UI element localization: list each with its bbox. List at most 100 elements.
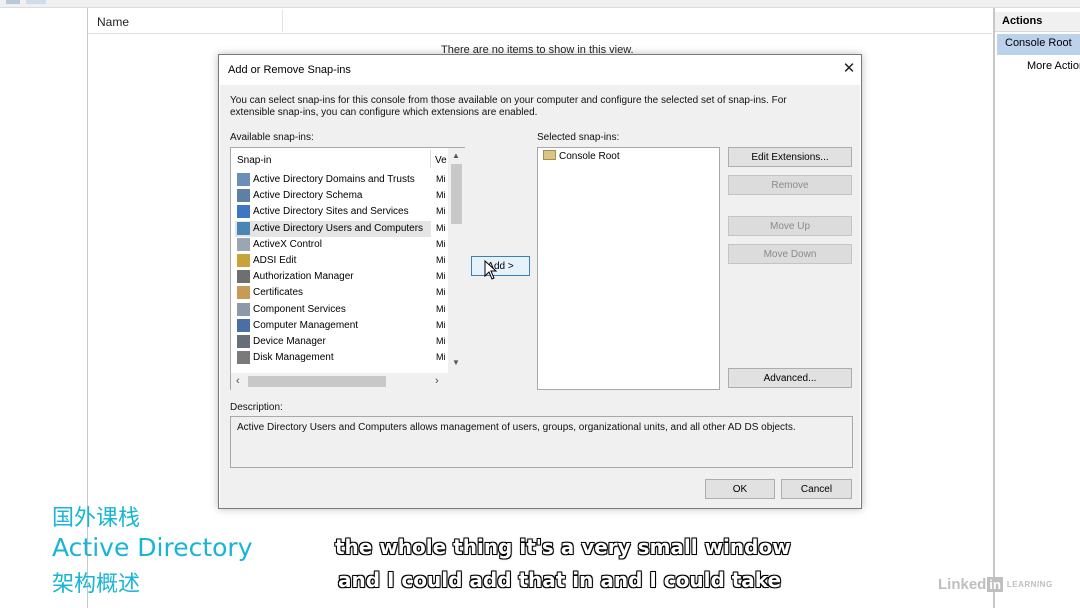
ad-schema-icon <box>237 189 250 203</box>
snapin-vendor: Mi <box>436 238 446 249</box>
ok-button[interactable]: OK <box>705 479 775 499</box>
list-item[interactable]: Component Services <box>235 302 431 318</box>
list-item[interactable]: Computer Management <box>235 318 431 334</box>
snapin-name: Active Directory Schema <box>253 190 363 202</box>
watermark-line-3: 架构概述 <box>52 572 141 597</box>
list-item[interactable]: ADSI Edit <box>235 253 431 269</box>
disk-management-icon <box>237 351 250 365</box>
description-box: Active Directory Users and Computers all… <box>230 416 853 468</box>
dialog-title: Add or Remove Snap-ins <box>228 64 351 76</box>
actions-header: Actions <box>995 12 1080 32</box>
watermark-line-1: 国外课栈 <box>52 506 141 531</box>
scroll-left-icon[interactable]: ‹ <box>236 375 240 387</box>
scroll-thumb[interactable] <box>248 376 386 387</box>
selected-snapins-list[interactable]: Console Root <box>537 147 720 390</box>
ad-sites-icon <box>237 205 250 219</box>
selected-item-label: Console Root <box>559 151 620 162</box>
list-item[interactable]: Active Directory Sites and Services <box>235 204 431 220</box>
snapin-vendor: Mi <box>436 222 446 233</box>
vendor-column-header[interactable]: Ve <box>435 155 447 166</box>
scroll-down-icon[interactable]: ▼ <box>452 358 460 367</box>
authorization-icon <box>237 270 250 284</box>
add-remove-snapins-dialog: Add or Remove Snap-ins ✕ You can select … <box>218 54 862 509</box>
column-divider[interactable] <box>282 10 283 32</box>
actions-pane: Actions Console Root More Actions <box>993 8 1080 608</box>
available-snapins-list[interactable]: Snap-in Ve Active Directory Domains and … <box>230 147 465 390</box>
snapin-column-header[interactable]: Snap-in <box>237 155 271 166</box>
snapin-vendor: Mi <box>436 174 446 184</box>
available-snapins-label: Available snap-ins: <box>230 132 314 143</box>
list-item[interactable]: Active Directory Domains and Trusts <box>235 172 431 188</box>
snapin-name: Computer Management <box>253 319 359 331</box>
selected-snapins-label: Selected snap-ins: <box>537 132 620 143</box>
snapin-vendor: Mi <box>436 206 446 217</box>
snapin-vendor: Mi <box>436 303 446 314</box>
subtitle-line-1: the whole thing it's a very small window <box>335 535 791 559</box>
snapin-name: Device Manager <box>253 336 326 347</box>
snapin-vendor: Mi <box>436 336 446 346</box>
move-down-button[interactable]: Move Down <box>728 244 852 264</box>
advanced-button[interactable]: Advanced... <box>728 368 852 388</box>
snapins-list-header: Snap-in Ve <box>231 148 449 170</box>
snapin-vendor: Mi <box>436 319 446 330</box>
horizontal-scrollbar[interactable]: ‹ › <box>231 373 465 390</box>
description-label: Description: <box>230 402 283 413</box>
snapin-vendor: Mi <box>436 190 446 201</box>
list-item[interactable]: Active Directory Users and Computers <box>235 220 431 237</box>
ad-domains-icon <box>237 173 250 186</box>
watermark-line-2: Active Directory <box>52 533 253 562</box>
certificates-icon <box>237 286 250 300</box>
add-button[interactable]: Add > <box>471 256 530 276</box>
scroll-right-icon[interactable]: › <box>435 375 439 387</box>
logo-in: in <box>987 577 1003 592</box>
snapin-name: ActiveX Control <box>253 238 322 250</box>
toolbar-back-icon[interactable] <box>6 0 20 4</box>
toolbar-forward-icon[interactable] <box>26 0 46 4</box>
column-divider[interactable] <box>430 150 431 168</box>
ad-users-icon <box>237 221 250 235</box>
snapin-name: ADSI Edit <box>253 255 297 266</box>
list-item[interactable]: Device Manager <box>235 334 431 350</box>
linkedin-learning-logo: Linked in LEARNING <box>938 576 1053 593</box>
snapin-vendor: Mi <box>436 352 446 363</box>
adsi-edit-icon <box>237 254 250 267</box>
list-item[interactable]: ActiveX Control <box>235 237 431 253</box>
actions-console-root[interactable]: Console Root <box>997 34 1080 55</box>
snapin-name: Component Services <box>253 303 346 315</box>
list-item[interactable]: Authorization Manager <box>235 269 431 285</box>
list-item[interactable]: Certificates <box>235 285 431 301</box>
computer-management-icon <box>237 318 250 332</box>
vertical-scrollbar[interactable]: ▲ ▼ <box>448 148 465 373</box>
snapin-name: Active Directory Users and Computers <box>253 222 424 234</box>
snapin-name: Active Directory Sites and Services <box>253 206 409 218</box>
list-item[interactable]: Console Root <box>543 150 620 162</box>
snapin-vendor: Mi <box>436 271 446 282</box>
edit-extensions-button[interactable]: Edit Extensions... <box>728 147 852 167</box>
snapin-name: Disk Management <box>253 352 334 364</box>
dialog-intro-text: You can select snap-ins for this console… <box>230 95 787 118</box>
snapin-name: Certificates <box>253 287 304 299</box>
close-icon[interactable]: ✕ <box>839 59 859 79</box>
snapin-vendor: Mi <box>436 255 446 265</box>
activex-icon <box>237 237 250 251</box>
cancel-button[interactable]: Cancel <box>781 479 852 499</box>
more-actions-link[interactable]: More Actions <box>1027 60 1080 72</box>
logo-learning: LEARNING <box>1006 580 1053 589</box>
scroll-up-icon[interactable]: ▲ <box>452 151 460 160</box>
scroll-thumb[interactable] <box>451 164 462 224</box>
results-column-header: Name <box>88 8 992 34</box>
move-up-button[interactable]: Move Up <box>728 216 852 236</box>
remove-button[interactable]: Remove <box>728 175 852 195</box>
component-services-icon <box>237 302 250 316</box>
console-toolbar <box>0 0 1080 8</box>
list-item[interactable]: Disk Management <box>235 350 431 366</box>
mouse-cursor-icon <box>484 260 498 280</box>
subtitle-line-2: and I could add that in and I could take <box>338 568 782 592</box>
dialog-body: You can select snap-ins for this console… <box>220 85 860 508</box>
snapin-name: Active Directory Domains and Trusts <box>253 174 415 185</box>
folder-icon <box>543 150 556 160</box>
name-column-header[interactable]: Name <box>97 15 129 29</box>
snapin-name: Authorization Manager <box>253 271 354 283</box>
list-item[interactable]: Active Directory Schema <box>235 188 431 204</box>
snapin-vendor: Mi <box>436 287 446 298</box>
